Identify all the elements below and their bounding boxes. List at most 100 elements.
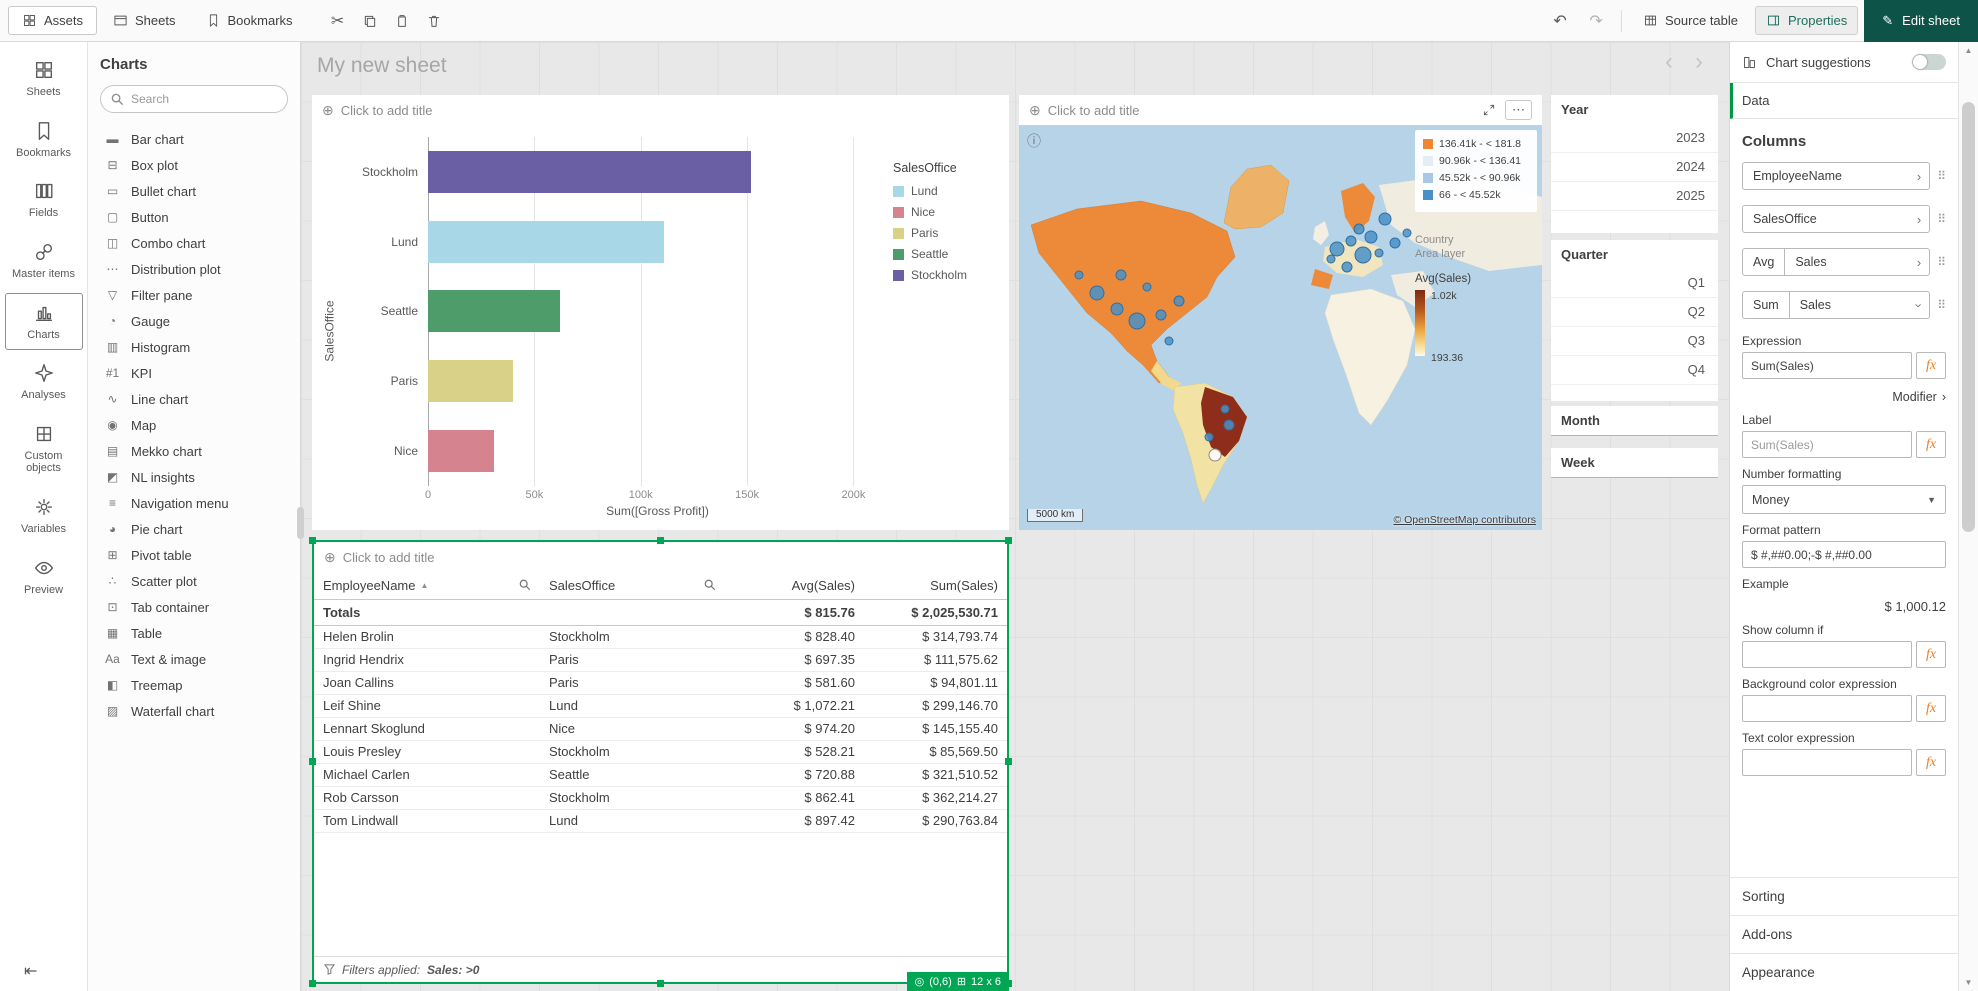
paste-icon[interactable]: [387, 6, 417, 36]
table-cell[interactable]: Ingrid Hendrix: [314, 648, 540, 671]
legend-item[interactable]: Stockholm: [893, 268, 999, 282]
column-header[interactable]: SalesOffice: [540, 572, 725, 599]
table-cell[interactable]: Paris: [540, 671, 725, 694]
chart-type-item[interactable]: ◧Treemap: [100, 672, 288, 698]
filter-value[interactable]: Q1: [1551, 269, 1718, 298]
table-cell[interactable]: Lund: [540, 694, 725, 717]
resize-handle[interactable]: [1005, 537, 1012, 544]
filter-value[interactable]: Q4: [1551, 356, 1718, 385]
resize-handle[interactable]: [309, 758, 316, 765]
table-cell[interactable]: Nice: [540, 717, 725, 740]
chart-type-item[interactable]: ▨Waterfall chart: [100, 698, 288, 724]
chart-type-item[interactable]: ▤Mekko chart: [100, 438, 288, 464]
tab-sheets[interactable]: Sheets: [99, 6, 189, 35]
copy-icon[interactable]: [355, 6, 385, 36]
legend-item[interactable]: Paris: [893, 226, 999, 240]
quarter-filter[interactable]: Quarter Q1Q2Q3Q4: [1551, 240, 1718, 401]
table-cell[interactable]: Michael Carlen: [314, 763, 540, 786]
next-sheet-icon[interactable]: ›: [1695, 48, 1703, 76]
search-icon[interactable]: [519, 579, 531, 591]
resize-handle[interactable]: [657, 980, 664, 987]
chart-type-item[interactable]: #1KPI: [100, 360, 288, 386]
table-cell[interactable]: Lennart Skoglund: [314, 717, 540, 740]
table-cell[interactable]: Stockholm: [540, 740, 725, 763]
background-color-fx-button[interactable]: fx: [1916, 695, 1946, 722]
bar[interactable]: [428, 290, 560, 332]
cut-icon[interactable]: ✂: [323, 6, 353, 36]
scrollbar-thumb[interactable]: [1962, 102, 1975, 532]
filter-value[interactable]: Q3: [1551, 327, 1718, 356]
column-header[interactable]: EmployeeName▲: [314, 572, 540, 599]
sheet-canvas[interactable]: My new sheet ‹ › ⊕ Click to add title Sa…: [301, 42, 1729, 991]
chart-type-item[interactable]: ◩NL insights: [100, 464, 288, 490]
column-header[interactable]: Sum(Sales): [864, 572, 1007, 599]
tab-bookmarks[interactable]: Bookmarks: [192, 6, 307, 35]
legend-item[interactable]: Nice: [893, 205, 999, 219]
chart-type-item[interactable]: ▦Table: [100, 620, 288, 646]
quarter-filter-header[interactable]: Quarter: [1551, 240, 1718, 269]
rail-item-fields[interactable]: Fields: [5, 171, 83, 229]
drag-handle-icon[interactable]: ⠿: [1937, 212, 1946, 226]
chart-type-item[interactable]: ▽Filter pane: [100, 282, 288, 308]
chart-suggestions-toggle[interactable]: [1912, 54, 1946, 70]
label-input[interactable]: [1742, 431, 1912, 458]
chart-type-item[interactable]: ∿Line chart: [100, 386, 288, 412]
month-filter[interactable]: Month: [1551, 406, 1718, 436]
search-icon[interactable]: [704, 579, 716, 591]
previous-sheet-icon[interactable]: ‹: [1665, 48, 1673, 76]
properties-button[interactable]: Properties: [1755, 6, 1858, 35]
expand-icon[interactable]: [1482, 103, 1496, 117]
show-column-if-fx-button[interactable]: fx: [1916, 641, 1946, 668]
table-cell[interactable]: Leif Shine: [314, 694, 540, 717]
redo-icon[interactable]: ↷: [1581, 6, 1611, 36]
table-cell[interactable]: Lund: [540, 809, 725, 832]
table-cell[interactable]: Rob Carsson: [314, 786, 540, 809]
bar[interactable]: [428, 430, 494, 472]
resize-handle[interactable]: [657, 537, 664, 544]
section-data[interactable]: Data: [1730, 83, 1958, 119]
chart-type-item[interactable]: ≡Navigation menu: [100, 490, 288, 516]
scroll-up-icon[interactable]: ▲: [1959, 46, 1978, 55]
info-icon[interactable]: ⓘ: [1027, 131, 1041, 151]
measure-chip[interactable]: SumSales›: [1742, 291, 1930, 319]
chart-type-item[interactable]: ∴Scatter plot: [100, 568, 288, 594]
rail-item-charts[interactable]: Charts: [5, 293, 83, 351]
rail-item-master-items[interactable]: Master items: [5, 232, 83, 290]
properties-scrollbar[interactable]: ▲ ▼: [1958, 42, 1978, 991]
text-color-fx-button[interactable]: fx: [1916, 749, 1946, 776]
number-formatting-select[interactable]: Money ▼: [1742, 485, 1946, 514]
bar-chart-object[interactable]: ⊕ Click to add title SalesOffice Stockho…: [312, 95, 1009, 530]
section-sorting[interactable]: Sorting: [1730, 877, 1958, 915]
table-cell[interactable]: Helen Brolin: [314, 625, 540, 648]
legend-item[interactable]: Seattle: [893, 247, 999, 261]
dimension-chip[interactable]: SalesOffice›: [1742, 205, 1930, 233]
tab-assets[interactable]: Assets: [8, 6, 97, 35]
background-color-expression-input[interactable]: [1742, 695, 1912, 722]
chart-type-item[interactable]: ⊡Tab container: [100, 594, 288, 620]
expression-input[interactable]: [1742, 352, 1912, 379]
legend-item[interactable]: Lund: [893, 184, 999, 198]
resize-handle[interactable]: [309, 537, 316, 544]
resize-handle[interactable]: [309, 980, 316, 987]
chart-type-item[interactable]: ▭Bullet chart: [100, 178, 288, 204]
rail-item-analyses[interactable]: Analyses: [5, 353, 83, 411]
table-cell[interactable]: Tom Lindwall: [314, 809, 540, 832]
chart-type-item[interactable]: ⊞Pivot table: [100, 542, 288, 568]
rail-item-sheets[interactable]: Sheets: [5, 50, 83, 108]
delete-icon[interactable]: [419, 6, 449, 36]
edit-sheet-button[interactable]: ✎ Edit sheet: [1864, 0, 1978, 42]
modifier-link[interactable]: Modifier ›: [1742, 390, 1946, 404]
format-pattern-input[interactable]: [1742, 541, 1946, 568]
chart-type-item[interactable]: ◫Combo chart: [100, 230, 288, 256]
rail-item-variables[interactable]: Variables: [5, 487, 83, 545]
show-column-if-input[interactable]: [1742, 641, 1912, 668]
drag-handle-icon[interactable]: ⠿: [1937, 298, 1946, 312]
table-title-placeholder[interactable]: ⊕ Click to add title: [314, 542, 1007, 572]
section-appearance[interactable]: Appearance: [1730, 953, 1958, 991]
rail-item-bookmarks[interactable]: Bookmarks: [5, 111, 83, 169]
year-filter-header[interactable]: Year: [1551, 95, 1718, 124]
chart-search-input[interactable]: [131, 92, 277, 106]
chart-type-item[interactable]: ⋯Distribution plot: [100, 256, 288, 282]
filter-value[interactable]: 2024: [1551, 153, 1718, 182]
table-cell[interactable]: Joan Callins: [314, 671, 540, 694]
